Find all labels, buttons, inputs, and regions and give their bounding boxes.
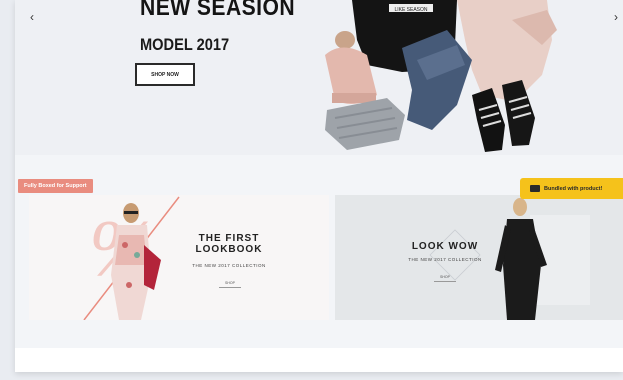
- hero-slider: ‹ › NEW SEASION MODEL 2017 SHOP NOW LIKE…: [15, 0, 623, 155]
- lookbook-model-image: %: [83, 196, 180, 320]
- shirt-text: LIKE SEASON: [394, 7, 427, 13]
- chevron-right-icon[interactable]: ›: [609, 10, 623, 24]
- tag-icon: [530, 185, 540, 192]
- look-wow-subtitle: THE NEW 2017 COLLECTION: [408, 257, 482, 262]
- lookbook-title-line2: LOOKBOOK: [195, 244, 263, 255]
- card-footer-strip: [15, 348, 623, 372]
- shop-now-button[interactable]: SHOP NOW: [135, 63, 195, 86]
- promo-banners: % THE FIRST LOOKBOOK THE NEW 2017 COLLEC…: [15, 160, 623, 345]
- support-badge: Fully Boxed for Support: [18, 179, 93, 193]
- hero-clothing-image: LIKE SEASON: [325, 0, 557, 152]
- hero-title: NEW SEASION: [140, 0, 296, 21]
- lookbook-shop-button[interactable]: SHOP: [219, 281, 241, 288]
- hero-subtitle: MODEL 2017: [140, 35, 230, 54]
- lookbook-subtitle: THE NEW 2017 COLLECTION: [192, 263, 266, 268]
- lookbook-banner[interactable]: % THE FIRST LOOKBOOK THE NEW 2017 COLLEC…: [29, 195, 329, 320]
- look-wow-title: LOOK WOW: [411, 241, 479, 252]
- bundled-badge[interactable]: Bundled with product!: [520, 178, 623, 199]
- chevron-left-icon[interactable]: ‹: [25, 10, 39, 24]
- page-card: ‹ › NEW SEASION MODEL 2017 SHOP NOW LIKE…: [15, 0, 623, 372]
- look-wow-banner[interactable]: LOOK WOW THE NEW 2017 COLLECTION SHOP: [335, 195, 623, 320]
- lookbook-title-line1: THE FIRST: [198, 233, 260, 244]
- bundled-badge-label: Bundled with product!: [544, 185, 603, 192]
- look-wow-shop-button[interactable]: SHOP: [434, 275, 456, 282]
